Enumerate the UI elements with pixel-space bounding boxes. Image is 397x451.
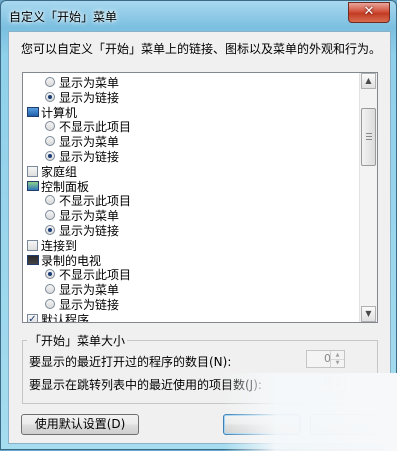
- scroll-up-button[interactable]: ▲: [361, 73, 376, 89]
- radio-unselected-icon[interactable]: [45, 210, 55, 221]
- dialog-description: 您可以自定义「开始」菜单上的链接、图标以及菜单的外观和行为。: [21, 42, 382, 56]
- spin-arrows: ▲ ▼: [330, 351, 344, 367]
- watermark-fade: [223, 373, 397, 451]
- option-label: 显示为链接: [59, 224, 120, 238]
- option-label: 显示为菜单: [59, 135, 120, 150]
- radio-unselected-icon[interactable]: [45, 136, 55, 147]
- recent-programs-label: 要显示的最近打开过的程序的数目(N):: [29, 355, 232, 369]
- close-button[interactable]: ✕: [348, 2, 390, 23]
- radio-selected-icon[interactable]: [45, 269, 55, 280]
- computer-icon: [27, 106, 39, 117]
- radio-unselected-icon[interactable]: [45, 284, 55, 295]
- control-panel-icon: [27, 180, 39, 191]
- scroll-down-button[interactable]: ▼: [361, 306, 376, 322]
- option-label: 显示为链接: [59, 150, 120, 164]
- start-menu-size-title: 「开始」菜单大小: [27, 332, 128, 349]
- option-label: 不显示此项目: [59, 120, 132, 135]
- option-label: 不显示此项目: [59, 268, 132, 283]
- window-title: 自定义「开始」菜单: [9, 10, 118, 24]
- radio-unselected-icon[interactable]: [45, 195, 55, 206]
- title-bar[interactable]: 自定义「开始」菜单 ✕: [1, 1, 396, 31]
- option-label: 显示为菜单: [59, 209, 120, 224]
- option-label: 显示为菜单: [59, 283, 120, 298]
- option-label: 显示为菜单: [59, 76, 120, 90]
- checkbox-checked-icon[interactable]: ✓: [27, 313, 38, 322]
- recent-programs-spinner[interactable]: 0 ▲ ▼: [306, 350, 345, 368]
- customize-start-menu-dialog: 自定义「开始」菜单 ✕ 您可以自定义「开始」菜单上的链接、图标以及菜单的外观和行…: [0, 0, 397, 451]
- options-list[interactable]: 显示为菜单 显示为链接 计算机 不显示此项目 显示为菜单 显示为链接 家庭组 控制面板 不显示此…: [22, 72, 378, 323]
- radio-unselected-icon[interactable]: [45, 77, 55, 87]
- spin-down-icon[interactable]: ▼: [331, 359, 344, 367]
- radio-selected-icon[interactable]: [45, 151, 55, 161]
- option-label: 计算机: [41, 105, 78, 120]
- recent-programs-value: 0: [324, 352, 331, 365]
- option-label: 显示为链接: [59, 298, 120, 312]
- checkbox-unchecked-icon[interactable]: [27, 165, 38, 177]
- option-label: 连接到: [41, 238, 78, 253]
- option-label: 控制面板: [41, 179, 90, 194]
- use-default-settings-button[interactable]: 使用默认设置(D): [21, 414, 139, 435]
- scroll-thumb[interactable]: [361, 108, 376, 166]
- option-label: 录制的电视: [41, 253, 102, 268]
- radio-selected-icon[interactable]: [45, 91, 55, 102]
- recorded-tv-icon: [27, 254, 39, 265]
- option-label: 默认程序: [41, 312, 90, 323]
- option-label: 不显示此项目: [59, 194, 132, 209]
- radio-unselected-icon[interactable]: [45, 299, 55, 309]
- list-scrollbar[interactable]: ▲ ▼: [359, 73, 377, 322]
- checkbox-unchecked-icon[interactable]: [27, 239, 38, 251]
- radio-unselected-icon[interactable]: [45, 121, 55, 132]
- option-label: 显示为链接: [59, 90, 120, 105]
- radio-selected-icon[interactable]: [45, 225, 55, 235]
- scroll-grip-icon: [366, 133, 372, 141]
- option-label: 家庭组: [41, 164, 78, 179]
